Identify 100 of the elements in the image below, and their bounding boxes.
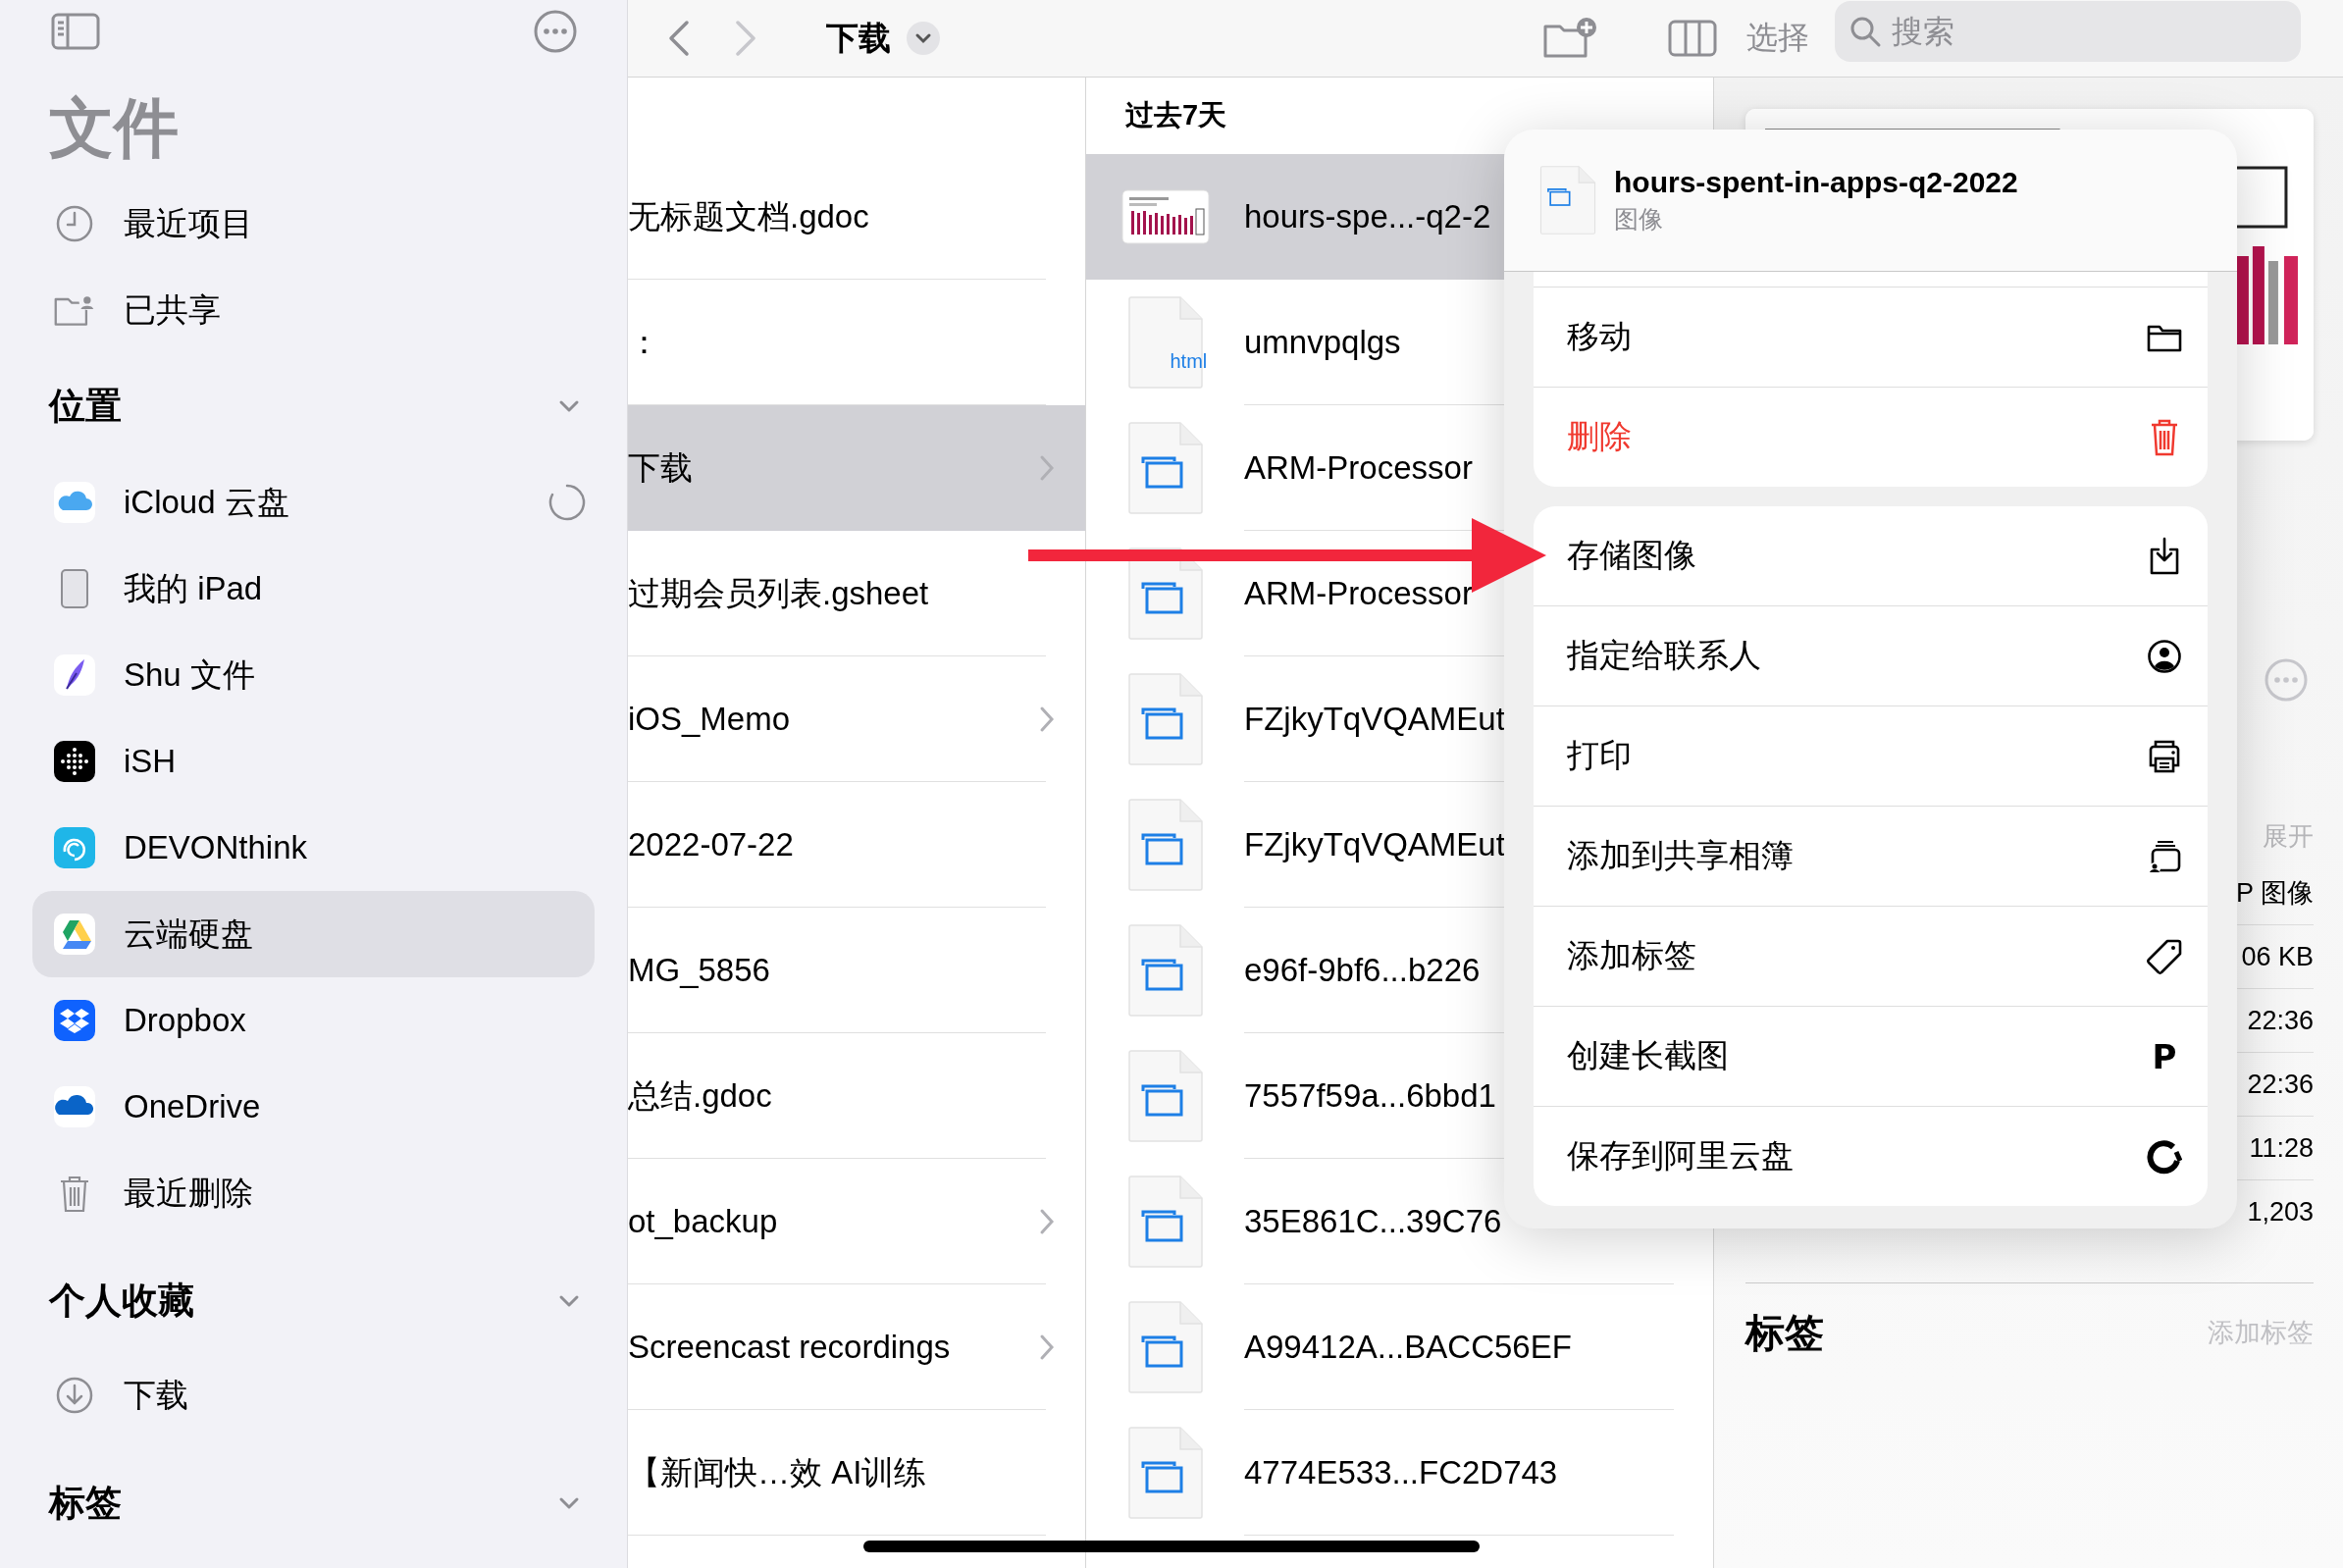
sidebar-item[interactable]: 最近删除	[32, 1150, 595, 1236]
folder-row[interactable]: Screencast recordings	[628, 1284, 1085, 1410]
image-file-icon	[1126, 798, 1204, 892]
section-heading: 个人收藏	[49, 1280, 194, 1323]
folder-row[interactable]: 过期会员列表.gsheet	[628, 531, 1085, 656]
section-heading: 标签	[49, 1482, 122, 1525]
sidebar-item[interactable]: 已共享	[32, 267, 595, 353]
cloud-icon	[53, 1085, 96, 1128]
sidebar-item[interactable]: OneDrive	[32, 1064, 595, 1150]
sidebar-item[interactable]: iCloud 云盘	[32, 459, 595, 546]
trash-icon	[2149, 417, 2180, 457]
sidebar-item[interactable]: 最近项目	[32, 181, 595, 267]
info-value: 22:36	[2247, 1005, 2314, 1036]
person-circle-icon	[2147, 638, 2182, 674]
file-name: Screencast recordings	[628, 1329, 952, 1366]
file-name: FZjkyTqVQAMEut	[1244, 701, 1505, 738]
file-name: 7557f59a...6bbd1	[1244, 1077, 1496, 1115]
image-file-icon	[1126, 1049, 1204, 1143]
folder-row[interactable]: iOS_Memo	[628, 656, 1085, 782]
image-file-icon	[1126, 421, 1204, 515]
new-folder-icon[interactable]	[1542, 17, 1599, 60]
folder-row[interactable]: 【新闻快…效 AI训练	[628, 1410, 1085, 1536]
swirl-app-icon	[53, 826, 96, 869]
folder-row[interactable]: ：	[628, 280, 1085, 405]
menu-subtitle: 图像	[1614, 203, 1664, 235]
menu-item[interactable]: 添加到共享相簿	[1534, 807, 2208, 907]
file-name: 【新闻快…效 AI训练	[628, 1452, 928, 1492]
sidebar-item[interactable]: DEVONthink	[32, 805, 595, 891]
search-icon	[1848, 15, 1882, 48]
folder-row[interactable]: 2022-07-22	[628, 782, 1085, 908]
info-value: 11:28	[2249, 1132, 2314, 1164]
info-value: 1,203	[2247, 1196, 2314, 1228]
file-row[interactable]: A99412A...BACC56EF	[1086, 1284, 1713, 1410]
image-file-icon	[1126, 1300, 1204, 1394]
menu-item[interactable]: 创建长截图 P	[1534, 1007, 2208, 1107]
file-name: MG_5856	[628, 952, 771, 989]
file-name: 2022-07-22	[628, 826, 795, 863]
sidebar-item[interactable]: Dropbox	[32, 977, 595, 1064]
folder-row[interactable]: 无标题文档.gdoc	[628, 154, 1085, 280]
columns-icon[interactable]	[1668, 19, 1717, 58]
p-glyph-icon: P	[2152, 1036, 2177, 1076]
sidebar-toggle-icon[interactable]	[51, 13, 100, 50]
save-icon	[2149, 536, 2180, 576]
file-name: A99412A...BACC56EF	[1244, 1329, 1572, 1366]
file-name: ARM-Processor	[1244, 575, 1473, 612]
file-icon	[1126, 295, 1204, 390]
file-name: 无标题文档.gdoc	[628, 196, 870, 236]
feather-icon	[53, 653, 96, 697]
search-field[interactable]: 搜索	[1835, 1, 2301, 62]
box-icon	[53, 999, 96, 1042]
image-file-icon	[1126, 1426, 1204, 1520]
sidebar-item[interactable]: 云端硬盘	[32, 891, 595, 977]
tags-heading: 标签	[1745, 1309, 1824, 1356]
menu-item[interactable]: 存储图像	[1534, 506, 2208, 606]
image-file-icon	[1126, 672, 1204, 766]
folder-row[interactable]: MG_5856	[628, 908, 1085, 1033]
more-icon[interactable]	[533, 9, 578, 54]
image-file-icon	[1539, 165, 1596, 235]
folder-row[interactable]: ot_backup	[628, 1159, 1085, 1284]
file-name: 35E861C...39C76	[1244, 1203, 1502, 1240]
menu-item[interactable]: 删除	[1534, 388, 2208, 487]
file-name: 4774E533...FC2D743	[1244, 1454, 1558, 1491]
menu-item[interactable]: 移动	[1534, 287, 2208, 388]
back-icon[interactable]	[667, 19, 691, 58]
menu-item[interactable]: 指定给联系人	[1534, 606, 2208, 706]
sidebar-item[interactable]: Shu 文件	[32, 632, 595, 718]
menu-item[interactable]: 打印	[1534, 706, 2208, 807]
file-name: FZjkyTqVQAMEut	[1244, 826, 1505, 863]
dropdown-button[interactable]	[907, 22, 940, 55]
printer-icon	[2147, 738, 2182, 774]
folder-row[interactable]: 总结.gdoc	[628, 1033, 1085, 1159]
dot-grid-icon	[53, 740, 96, 783]
info-value: 22:36	[2247, 1069, 2314, 1100]
file-name: iOS_Memo	[628, 701, 792, 738]
cloud-icon	[53, 481, 96, 524]
clock-icon	[55, 204, 94, 243]
ring-icon	[2147, 1138, 2182, 1175]
section-header: 过去7天	[1124, 98, 1228, 132]
sidebar-title: 文件	[48, 90, 180, 166]
sidebar-item[interactable]: iSH	[32, 718, 595, 805]
sidebar-item[interactable]: 下载	[32, 1352, 595, 1438]
file-name: hours-spe...-q2-2	[1244, 198, 1491, 235]
file-name: ARM-Processor	[1244, 449, 1473, 487]
file-name: 总结.gdoc	[628, 1075, 773, 1116]
tag-icon	[2146, 937, 2183, 975]
file-name: ot_backup	[628, 1203, 779, 1240]
file-name: e96f-9bf6...b226	[1244, 952, 1481, 989]
file-name: ：	[628, 322, 661, 362]
file-name: umnvpqlgs	[1244, 324, 1401, 361]
more-icon[interactable]	[2264, 657, 2309, 703]
sidebar-item[interactable]: 我的 iPad	[32, 546, 595, 632]
info-value: 06 KB	[2241, 941, 2314, 972]
menu-item[interactable]: 保存到阿里云盘	[1534, 1107, 2208, 1206]
file-name: 过期会员列表.gsheet	[628, 573, 930, 613]
forward-icon[interactable]	[734, 19, 757, 58]
file-row[interactable]: 4774E533...FC2D743	[1086, 1410, 1713, 1536]
image-file-icon	[1126, 1175, 1204, 1269]
section-heading: 位置	[49, 385, 122, 428]
menu-item[interactable]: 添加标签	[1534, 907, 2208, 1007]
folder-row[interactable]: 下载	[628, 405, 1085, 531]
